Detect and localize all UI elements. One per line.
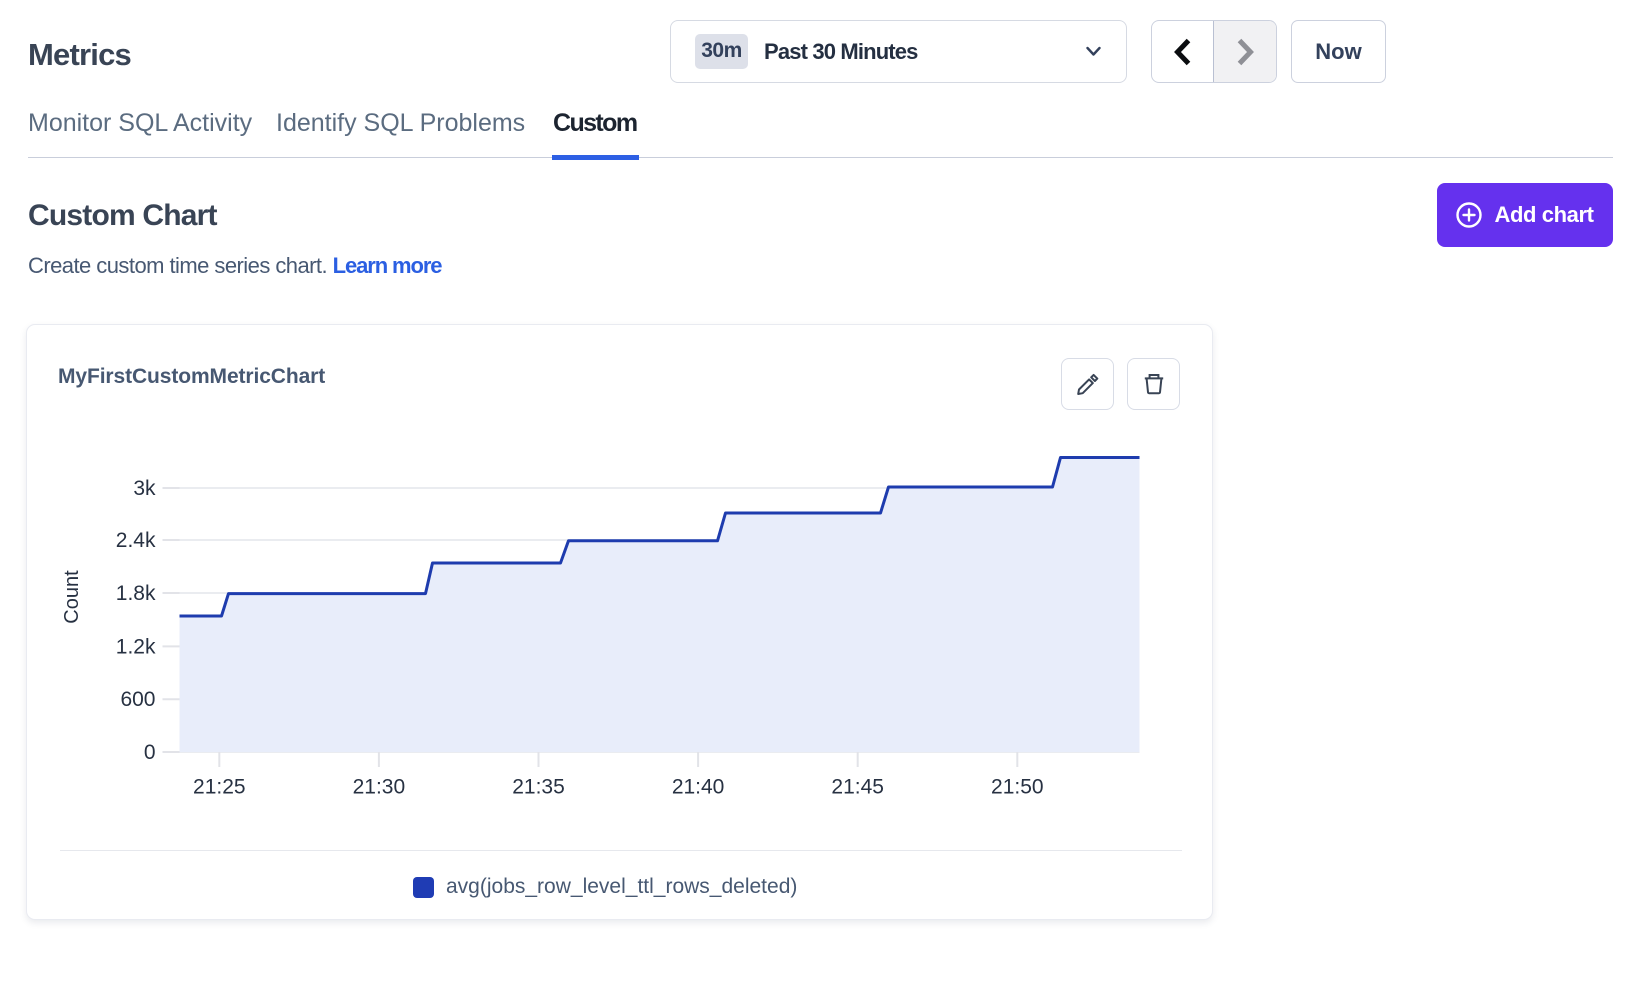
svg-text:600: 600 (120, 688, 155, 711)
svg-text:0: 0 (144, 741, 156, 764)
svg-text:21:40: 21:40 (672, 776, 725, 799)
svg-text:21:30: 21:30 (353, 776, 406, 799)
svg-text:3k: 3k (133, 477, 156, 500)
svg-text:21:50: 21:50 (991, 776, 1044, 799)
svg-text:1.8k: 1.8k (116, 582, 156, 605)
svg-text:Count: Count (61, 570, 83, 624)
svg-text:21:35: 21:35 (512, 776, 565, 799)
svg-text:21:45: 21:45 (831, 776, 884, 799)
svg-text:21:25: 21:25 (193, 776, 246, 799)
svg-text:2.4k: 2.4k (116, 529, 156, 552)
svg-text:1.2k: 1.2k (116, 635, 156, 658)
